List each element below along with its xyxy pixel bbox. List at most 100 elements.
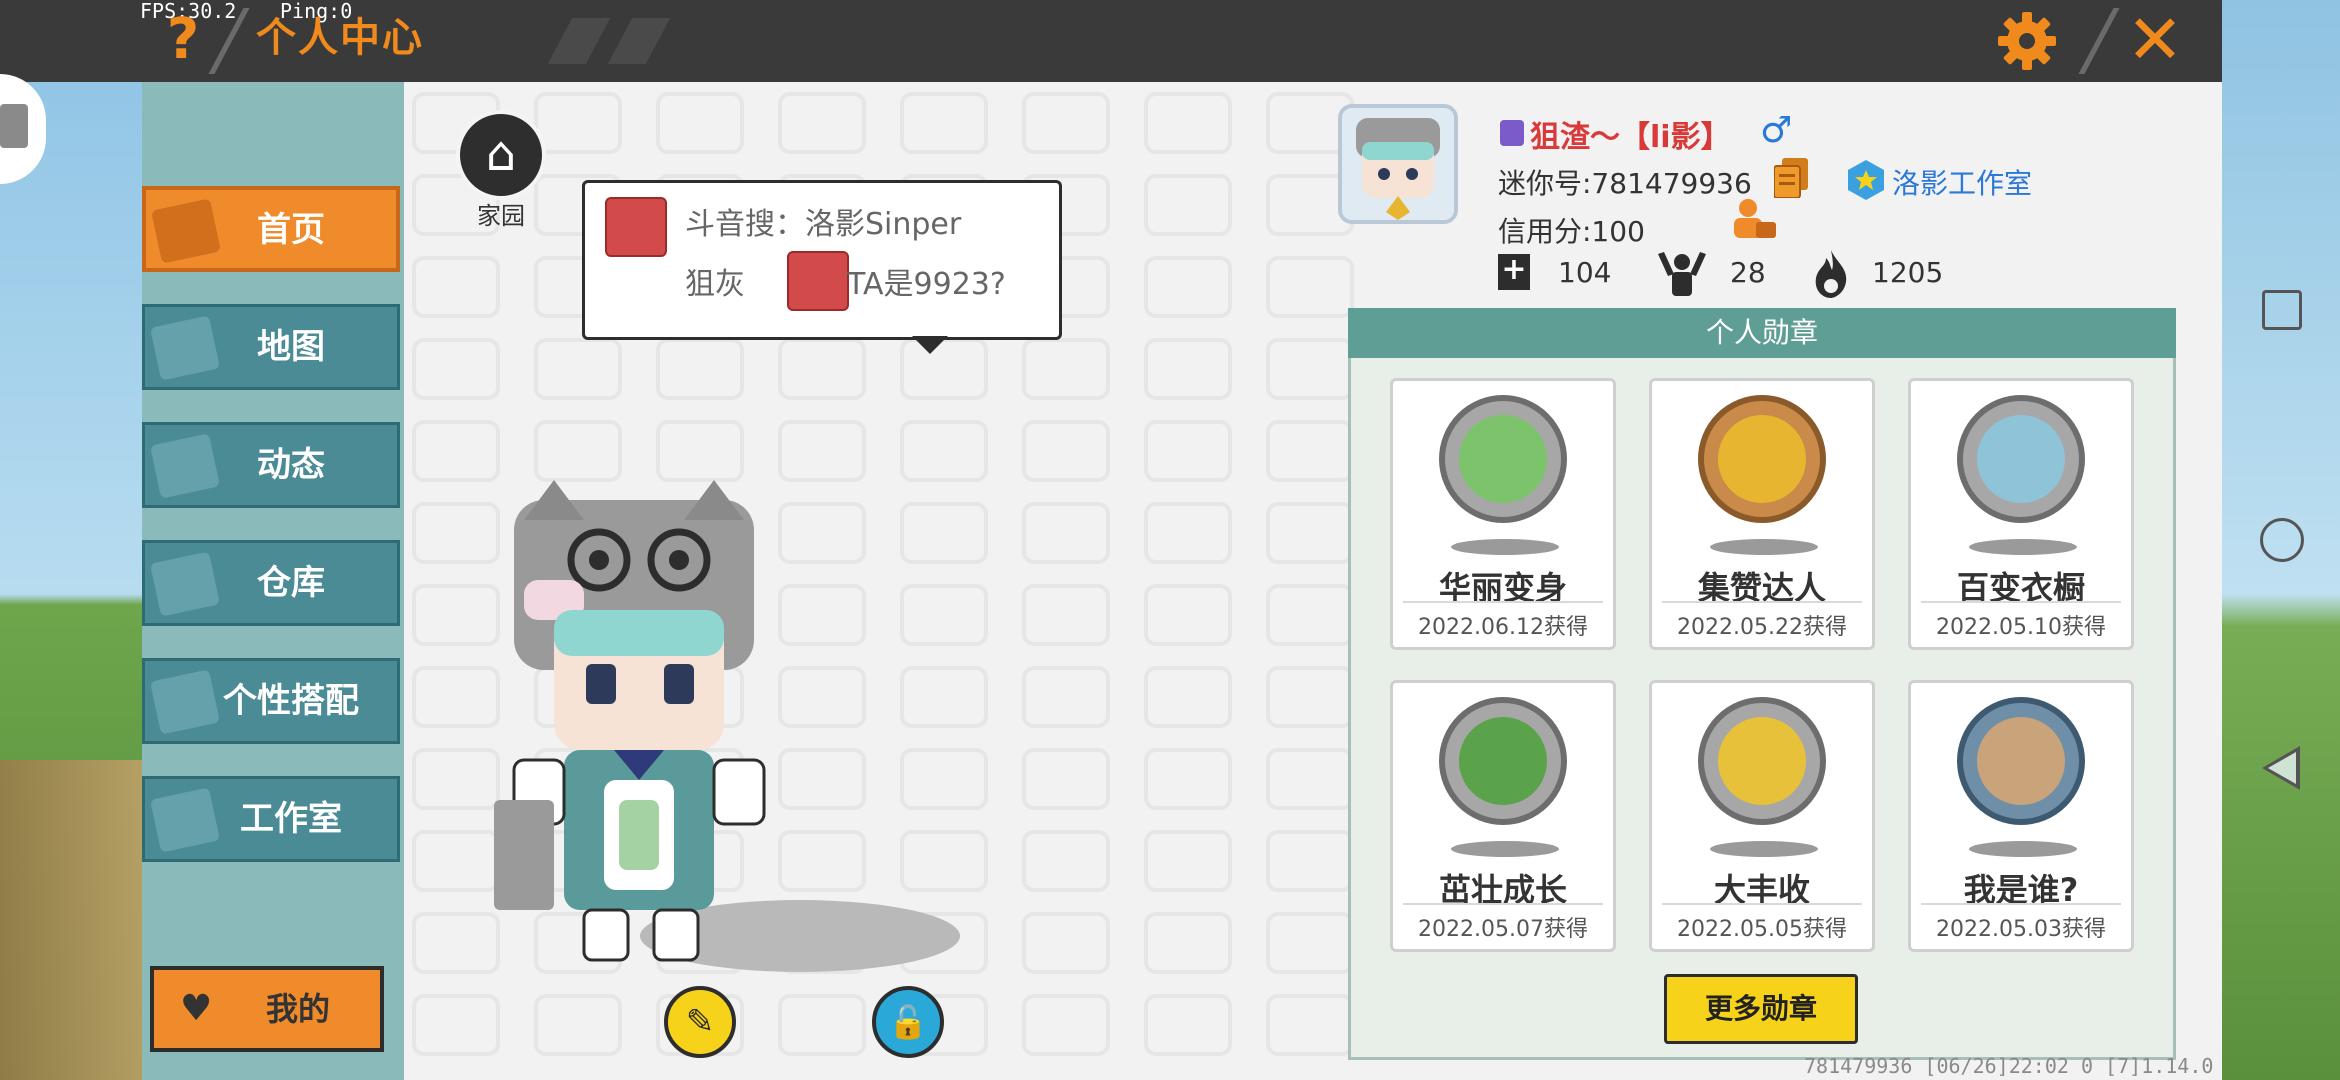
pattern-tile: [778, 92, 866, 154]
pattern-tile: [412, 338, 500, 400]
help-icon[interactable]: ?: [158, 8, 208, 72]
sidebar-item-label: 个性搭配: [223, 681, 359, 721]
pattern-tile: [900, 92, 988, 154]
badge-date: 2022.05.22获得: [1677, 615, 1847, 640]
mine-button[interactable]: ♥ 我的: [150, 966, 384, 1052]
pattern-tile: [1022, 502, 1110, 564]
heart-icon: ♥: [180, 988, 213, 1029]
more-badges-button[interactable]: 更多勋章: [1664, 974, 1858, 1044]
topbar-stripe: [547, 18, 611, 64]
pattern-tile: [1266, 584, 1354, 646]
pattern-tile: [412, 502, 500, 564]
badge-divider: [1921, 601, 2121, 603]
home-icon[interactable]: ⌂: [456, 110, 546, 200]
pattern-tile: [412, 994, 500, 1056]
badge-date: 2022.05.05获得: [1677, 917, 1847, 942]
pattern-tile: [1022, 666, 1110, 728]
bubble-line-2-left: 狙灰: [685, 267, 745, 302]
sidebar-item-home[interactable]: 首页: [142, 186, 400, 272]
close-icon[interactable]: ✕: [2120, 6, 2190, 76]
fire-icon: [1812, 250, 1850, 298]
mine-button-label: 我的: [266, 990, 331, 1028]
username: 狙渣～【li影】: [1530, 120, 1731, 155]
pattern-tile: [1144, 338, 1232, 400]
badge-panel-header: 个人勋章: [1348, 308, 2176, 358]
pattern-tile: [778, 420, 866, 482]
badge-medal-icon: [1698, 395, 1826, 523]
badge-date: 2022.05.10获得: [1936, 615, 2106, 640]
player-character[interactable]: [494, 480, 794, 970]
pattern-tile: [534, 994, 622, 1056]
sidebar-item-activity[interactable]: 动态: [142, 422, 400, 508]
pattern-tile: [656, 92, 744, 154]
pattern-tile: [1022, 748, 1110, 810]
pattern-tile: [1144, 92, 1232, 154]
sidebar-item-warehouse[interactable]: 仓库: [142, 540, 400, 626]
topbar-stripe: [607, 18, 671, 64]
stat-fans-value: 28: [1730, 256, 1766, 289]
pattern-tile: [412, 666, 500, 728]
badge-card[interactable]: 集赞达人 2022.05.22获得: [1649, 378, 1875, 650]
pattern-tile: [778, 338, 866, 400]
pattern-tile: [1144, 912, 1232, 974]
page-title: 个人中心: [256, 15, 424, 61]
studio-icon: [1848, 160, 1884, 200]
pattern-tile: [534, 338, 622, 400]
badge-medal-icon: [1957, 395, 2085, 523]
badge-medal-icon: [1957, 697, 2085, 825]
pattern-tile: [1266, 994, 1354, 1056]
speech-bubble: 斗音搜：洛影Sinper 狙灰 TA是9923?: [582, 180, 1062, 340]
bubble-avatar: [787, 251, 849, 311]
pattern-tile: [1144, 994, 1232, 1056]
badge-divider: [1403, 903, 1603, 905]
badge-card[interactable]: 华丽变身 2022.06.12获得: [1390, 378, 1616, 650]
sidebar-item-map[interactable]: 地图: [142, 304, 400, 390]
male-icon: ♂: [1760, 110, 1793, 151]
pattern-tile: [1144, 420, 1232, 482]
badge-medal-inner: [1977, 415, 2065, 503]
pattern-tile: [1022, 994, 1110, 1056]
recent-apps-button[interactable]: [2262, 290, 2302, 330]
badge-medal-inner: [1718, 415, 1806, 503]
pattern-tile: [1266, 666, 1354, 728]
badge-shadow: [1710, 841, 1818, 857]
pattern-tile: [1022, 338, 1110, 400]
sidebar-item-label: 地图: [257, 327, 325, 367]
gear-icon[interactable]: [1996, 10, 2058, 72]
badge-shadow: [1969, 539, 2077, 555]
sidebar-item-outfit[interactable]: 个性搭配: [142, 658, 400, 744]
pattern-tile: [1144, 666, 1232, 728]
back-nav-inner: [2268, 752, 2296, 784]
pattern-tile: [412, 912, 500, 974]
pattern-tile: [900, 666, 988, 728]
copy-icon[interactable]: [1773, 158, 1808, 199]
lock-button[interactable]: 🔓: [872, 986, 944, 1058]
badge-medal-icon: [1439, 395, 1567, 523]
pattern-tile: [1144, 174, 1232, 236]
sidebar-item-label: 动态: [257, 445, 325, 485]
bubble-line-2-right: TA是9923?: [847, 267, 1006, 302]
badge-medal-inner: [1977, 717, 2065, 805]
pattern-tile: [1022, 830, 1110, 892]
badge-card[interactable]: 百变衣橱 2022.05.10获得: [1908, 378, 2134, 650]
person-card-icon[interactable]: [1730, 198, 1776, 240]
pattern-tile: [412, 830, 500, 892]
badge-card[interactable]: 茁壮成长 2022.05.07获得: [1390, 680, 1616, 952]
plus-icon: +: [1498, 254, 1530, 290]
badge-card[interactable]: 我是谁? 2022.05.03获得: [1908, 680, 2134, 952]
studio-name[interactable]: 洛影工作室: [1892, 162, 2032, 202]
sidebar-item-label: 工作室: [240, 799, 342, 839]
pattern-tile: [900, 502, 988, 564]
badge-shadow: [1969, 841, 2077, 857]
pattern-tile: [412, 584, 500, 646]
edit-button[interactable]: ✎: [664, 986, 736, 1058]
home-nav-button[interactable]: [2260, 518, 2304, 562]
pattern-tile: [1144, 748, 1232, 810]
pattern-tile: [412, 748, 500, 810]
badge-card[interactable]: 大丰收 2022.05.05获得: [1649, 680, 1875, 952]
pattern-tile: [1266, 830, 1354, 892]
avatar[interactable]: [1338, 104, 1458, 224]
sidebar-item-label: 首页: [257, 210, 325, 250]
sidebar-item-studio[interactable]: 工作室: [142, 776, 400, 862]
pattern-tile: [900, 748, 988, 810]
